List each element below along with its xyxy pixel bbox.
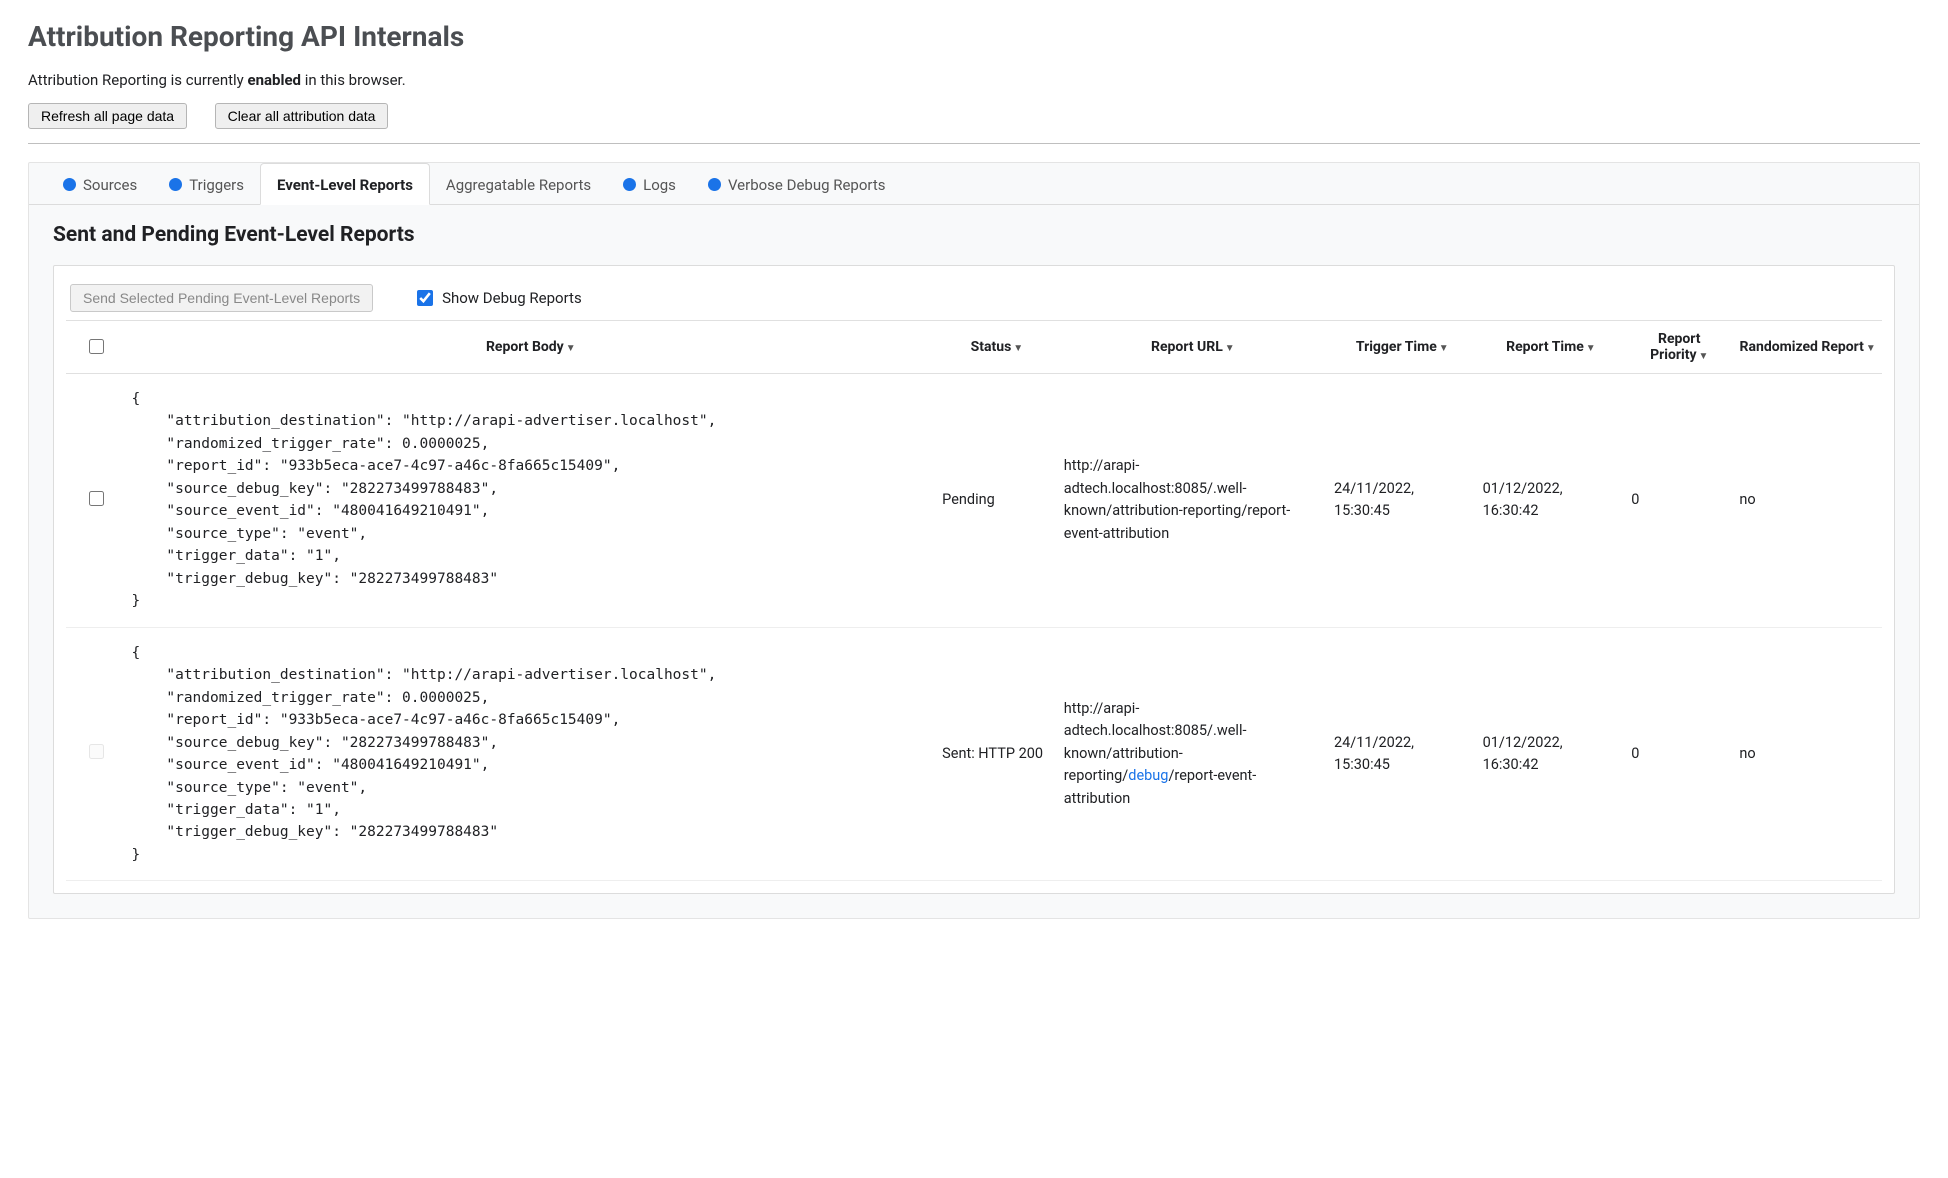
row-checkbox[interactable] — [89, 491, 104, 506]
show-debug-checkbox[interactable] — [417, 290, 433, 306]
sort-icon: ▼ — [1699, 351, 1709, 362]
tabs: Sources Triggers Event-Level Reports Agg… — [29, 163, 1919, 205]
cell-status: Sent: HTTP 200 — [936, 627, 1058, 881]
col-label: Status — [971, 339, 1012, 355]
tab-triggers[interactable]: Triggers — [153, 163, 260, 204]
clear-button[interactable]: Clear all attribution data — [215, 103, 389, 129]
tab-label: Triggers — [189, 176, 244, 194]
dot-icon — [169, 178, 182, 191]
sort-icon: ▼ — [1866, 343, 1876, 354]
tab-label: Event-Level Reports — [277, 176, 413, 194]
tab-label: Sources — [83, 176, 137, 194]
select-all-checkbox[interactable] — [89, 339, 104, 354]
tab-verbose-debug-reports[interactable]: Verbose Debug Reports — [692, 163, 902, 204]
status-state: enabled — [248, 71, 302, 89]
section-title: Sent and Pending Event-Level Reports — [53, 223, 1919, 247]
tab-logs[interactable]: Logs — [607, 163, 692, 204]
tab-event-level-reports[interactable]: Event-Level Reports — [260, 163, 430, 205]
col-report-url[interactable]: Report URL▼ — [1058, 321, 1328, 374]
cell-report-time: 01/12/2022, 16:30:42 — [1477, 627, 1626, 881]
url-debug-segment: debug — [1128, 767, 1168, 784]
tab-label: Aggregatable Reports — [446, 176, 591, 194]
cell-report-url: http://arapi-adtech.localhost:8085/.well… — [1058, 627, 1328, 881]
page-title: Attribution Reporting API Internals — [28, 20, 1920, 53]
reports-table: Report Body▼ Status▼ Report URL▼ Trigger… — [66, 320, 1882, 881]
row-checkbox — [89, 744, 104, 759]
status-line: Attribution Reporting is currently enabl… — [28, 71, 1920, 89]
tab-sources[interactable]: Sources — [47, 163, 153, 204]
tab-aggregatable-reports[interactable]: Aggregatable Reports — [430, 163, 607, 204]
report-body: { "attribution_destination": "http://ara… — [131, 388, 930, 613]
col-report-body[interactable]: Report Body▼ — [125, 321, 936, 374]
sort-icon: ▼ — [1586, 343, 1596, 354]
col-label: Report Priority — [1650, 331, 1700, 363]
divider — [28, 143, 1920, 144]
cell-status: Pending — [936, 374, 1058, 628]
col-label: Report URL — [1151, 339, 1223, 355]
send-selected-button[interactable]: Send Selected Pending Event-Level Report… — [70, 284, 373, 312]
cell-report-time: 01/12/2022, 16:30:42 — [1477, 374, 1626, 628]
col-label: Report Body — [486, 339, 564, 355]
tab-label: Logs — [643, 176, 676, 194]
cell-trigger-time: 24/11/2022, 15:30:45 — [1328, 374, 1477, 628]
col-status[interactable]: Status▼ — [936, 321, 1058, 374]
status-prefix: Attribution Reporting is currently — [28, 71, 248, 89]
table-row: { "attribution_destination": "http://ara… — [66, 374, 1882, 628]
sort-icon: ▼ — [566, 343, 576, 354]
col-select-all[interactable] — [66, 321, 125, 374]
dot-icon — [63, 178, 76, 191]
refresh-button[interactable]: Refresh all page data — [28, 103, 187, 129]
show-debug-label: Show Debug Reports — [442, 289, 582, 307]
col-report-time[interactable]: Report Time▼ — [1477, 321, 1626, 374]
table-row: { "attribution_destination": "http://ara… — [66, 627, 1882, 881]
cell-randomized-report: no — [1733, 374, 1882, 628]
col-randomized-report[interactable]: Randomized Report▼ — [1733, 321, 1882, 374]
col-label: Report Time — [1506, 339, 1584, 355]
sort-icon: ▼ — [1013, 343, 1023, 354]
col-label: Randomized Report — [1740, 339, 1864, 355]
dot-icon — [623, 178, 636, 191]
dot-icon — [708, 178, 721, 191]
cell-report-priority: 0 — [1625, 627, 1733, 881]
sort-icon: ▼ — [1439, 343, 1449, 354]
show-debug-toggle[interactable]: Show Debug Reports — [413, 287, 582, 309]
report-body: { "attribution_destination": "http://ara… — [131, 642, 930, 867]
cell-report-priority: 0 — [1625, 374, 1733, 628]
status-suffix: in this browser. — [301, 71, 406, 89]
cell-randomized-report: no — [1733, 627, 1882, 881]
col-label: Trigger Time — [1356, 339, 1437, 355]
report-area: Send Selected Pending Event-Level Report… — [53, 265, 1895, 894]
sort-icon: ▼ — [1225, 343, 1235, 354]
tab-label: Verbose Debug Reports — [728, 176, 886, 194]
col-trigger-time[interactable]: Trigger Time▼ — [1328, 321, 1477, 374]
col-report-priority[interactable]: Report Priority▼ — [1625, 321, 1733, 374]
cell-report-url: http://arapi-adtech.localhost:8085/.well… — [1058, 374, 1328, 628]
tab-panel: Sources Triggers Event-Level Reports Agg… — [28, 162, 1920, 919]
cell-trigger-time: 24/11/2022, 15:30:45 — [1328, 627, 1477, 881]
